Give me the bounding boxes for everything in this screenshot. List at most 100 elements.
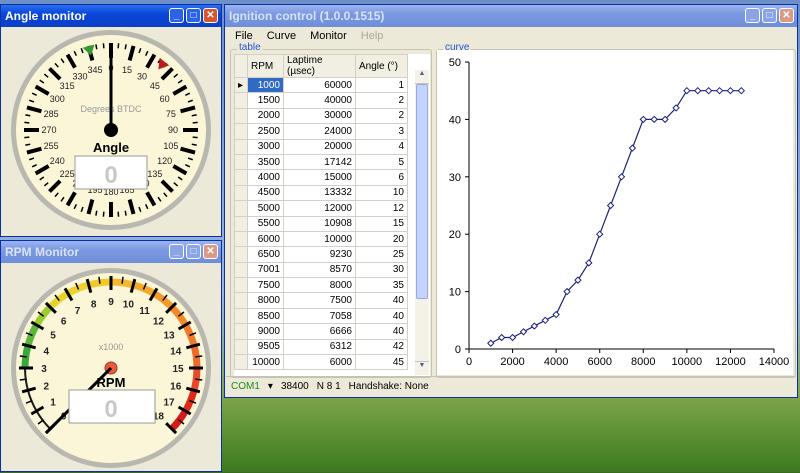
curve-point[interactable]: [586, 260, 592, 266]
row-header[interactable]: [235, 216, 248, 231]
angle-cell[interactable]: 12: [356, 201, 408, 216]
laptime-cell[interactable]: 9230: [284, 247, 356, 262]
angle-cell[interactable]: 35: [356, 278, 408, 293]
menu-help[interactable]: Help: [361, 27, 384, 45]
curve-point[interactable]: [738, 88, 744, 94]
table-row[interactable]: 2500240003: [235, 124, 408, 139]
laptime-cell[interactable]: 60000: [284, 78, 356, 93]
table-row[interactable]: 2000300002: [235, 108, 408, 123]
close-button[interactable]: ✕: [779, 8, 794, 23]
angle-cell[interactable]: 20: [356, 231, 408, 246]
curve-point[interactable]: [542, 317, 548, 323]
curve-point[interactable]: [597, 231, 603, 237]
angle-cell[interactable]: 1: [356, 78, 408, 93]
laptime-cell[interactable]: 7058: [284, 308, 356, 323]
laptime-cell[interactable]: 17142: [284, 154, 356, 169]
angle-cell[interactable]: 40: [356, 308, 408, 323]
table-row[interactable]: 6500923025: [235, 247, 408, 262]
angle-cell[interactable]: 30: [356, 262, 408, 277]
column-header-laptime[interactable]: Laptime (µsec): [284, 55, 356, 78]
laptime-cell[interactable]: 15000: [284, 170, 356, 185]
row-header[interactable]: [235, 339, 248, 354]
laptime-cell[interactable]: 13332: [284, 185, 356, 200]
port-dropdown-icon[interactable]: ▾: [268, 381, 273, 392]
angle-cell[interactable]: 42: [356, 339, 408, 354]
scroll-thumb[interactable]: [416, 84, 428, 299]
menu-curve[interactable]: Curve: [267, 27, 296, 45]
curve-point[interactable]: [608, 203, 614, 209]
rpm-cell[interactable]: 3500: [248, 154, 284, 169]
rpm-cell[interactable]: 4500: [248, 185, 284, 200]
table-row[interactable]: 4000150006: [235, 170, 408, 185]
table-row[interactable]: 7500800035: [235, 278, 408, 293]
table-scrollbar[interactable]: ▲ ▼: [415, 70, 429, 375]
minimize-button[interactable]: _: [169, 8, 184, 23]
curve-point[interactable]: [531, 323, 537, 329]
curve-point[interactable]: [520, 329, 526, 335]
rpm-cell[interactable]: 8000: [248, 293, 284, 308]
laptime-cell[interactable]: 30000: [284, 108, 356, 123]
curve-point[interactable]: [510, 335, 516, 341]
row-header[interactable]: [235, 185, 248, 200]
laptime-cell[interactable]: 7500: [284, 293, 356, 308]
laptime-cell[interactable]: 20000: [284, 139, 356, 154]
curve-point[interactable]: [499, 335, 505, 341]
curve-point[interactable]: [629, 145, 635, 151]
angle-cell[interactable]: 2: [356, 93, 408, 108]
angle-cell[interactable]: 15: [356, 216, 408, 231]
curve-point[interactable]: [640, 116, 646, 122]
rpm-cell[interactable]: 1500: [248, 93, 284, 108]
menu-monitor[interactable]: Monitor: [310, 27, 347, 45]
rpm-cell[interactable]: 6500: [248, 247, 284, 262]
curve-point[interactable]: [553, 312, 559, 318]
curve-point[interactable]: [727, 88, 733, 94]
maximize-button[interactable]: □: [186, 244, 201, 259]
curve-point[interactable]: [695, 88, 701, 94]
row-header[interactable]: ▸: [235, 78, 248, 93]
table-row[interactable]: 10000600045: [235, 355, 408, 370]
table-row[interactable]: 8500705840: [235, 308, 408, 323]
curve-point[interactable]: [651, 116, 657, 122]
row-header[interactable]: [235, 324, 248, 339]
laptime-cell[interactable]: 6000: [284, 355, 356, 370]
row-header[interactable]: [235, 278, 248, 293]
laptime-cell[interactable]: 8570: [284, 262, 356, 277]
angle-cell[interactable]: 5: [356, 154, 408, 169]
rpm-cell[interactable]: 1000: [248, 78, 284, 93]
row-header[interactable]: [235, 247, 248, 262]
table-row[interactable]: 1500400002: [235, 93, 408, 108]
rpm-cell[interactable]: 2500: [248, 124, 284, 139]
angle-cell[interactable]: 6: [356, 170, 408, 185]
angle-cell[interactable]: 25: [356, 247, 408, 262]
table-row[interactable]: 60001000020: [235, 231, 408, 246]
row-header[interactable]: [235, 293, 248, 308]
angle-cell[interactable]: 40: [356, 293, 408, 308]
row-header[interactable]: [235, 108, 248, 123]
table-row[interactable]: 7001857030: [235, 262, 408, 277]
curve-point[interactable]: [488, 340, 494, 346]
table-row[interactable]: 50001200012: [235, 201, 408, 216]
row-header[interactable]: [235, 93, 248, 108]
minimize-button[interactable]: _: [745, 8, 760, 23]
angle-cell[interactable]: 3: [356, 124, 408, 139]
rpm-cell[interactable]: 3000: [248, 139, 284, 154]
rpm-cell[interactable]: 5000: [248, 201, 284, 216]
angle-cell[interactable]: 2: [356, 108, 408, 123]
column-header-angle[interactable]: Angle (°): [356, 55, 408, 78]
row-header[interactable]: [235, 170, 248, 185]
row-header[interactable]: [235, 355, 248, 370]
rpm-title-bar[interactable]: RPM Monitor _ □ ✕: [1, 241, 221, 263]
table-row[interactable]: 3000200004: [235, 139, 408, 154]
rpm-cell[interactable]: 5500: [248, 216, 284, 231]
row-header[interactable]: [235, 262, 248, 277]
row-header[interactable]: [235, 308, 248, 323]
minimize-button[interactable]: _: [169, 244, 184, 259]
scroll-down-icon[interactable]: ▼: [415, 361, 429, 375]
row-header[interactable]: [235, 124, 248, 139]
laptime-cell[interactable]: 12000: [284, 201, 356, 216]
scroll-up-icon[interactable]: ▲: [415, 70, 429, 84]
column-header-rpm[interactable]: RPM: [248, 55, 284, 78]
data-grid[interactable]: RPM Laptime (µsec) Angle (°) ▸1000600001…: [234, 54, 430, 376]
laptime-cell[interactable]: 10908: [284, 216, 356, 231]
rpm-cell[interactable]: 7001: [248, 262, 284, 277]
